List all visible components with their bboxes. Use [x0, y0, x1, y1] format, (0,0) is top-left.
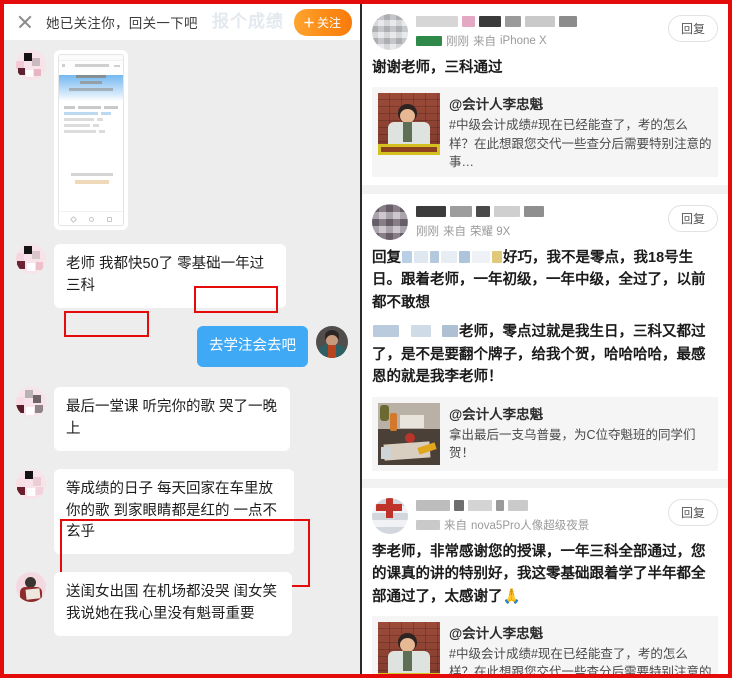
post-time: 刚刚	[416, 225, 439, 238]
quoted-thumbnail	[378, 93, 440, 156]
avatar[interactable]	[16, 50, 46, 80]
message-row: 去学注会去吧	[4, 325, 360, 368]
quoted-author: @会计人李忠魁	[449, 626, 544, 642]
message-row: 老师 我都快50了 零基础一年过三科	[4, 244, 360, 337]
avatar[interactable]	[16, 387, 46, 418]
message-row: 最后一堂课 听完你的歌 哭了一晚上	[4, 387, 360, 451]
post-source-prefix: 来自	[443, 225, 466, 238]
quoted-post[interactable]: @会计人李忠魁 #中级会计成绩#现在已经能查了，考的怎么样？在此想跟您交代一些查…	[372, 87, 718, 177]
text-message[interactable]: 老师 我都快50了 零基础一年过三科	[54, 244, 286, 308]
username-masked	[416, 499, 668, 512]
quoted-desc: #中级会计成绩#现在已经能查了，考的怎么样？在此想跟您交代一些查分后需要特别注意…	[449, 118, 712, 169]
quoted-thumbnail	[378, 402, 440, 465]
text-message[interactable]: 去学注会去吧	[197, 325, 308, 368]
message-row	[4, 50, 360, 230]
avatar[interactable]	[372, 203, 408, 240]
watermark-text: 报个成绩	[212, 12, 284, 31]
follow-button-label: 关注	[316, 16, 341, 30]
text-message[interactable]: 等成绩的日子 每天回家在车里放你的歌 到家眼睛都是红的 一点不玄乎	[54, 468, 294, 554]
reply-prefix: 回复	[372, 249, 401, 266]
comment-post: 刚刚 来自 荣耀 9X 回复 回复 好巧，我不是零点，我18号生日。跟着老师，一年…	[362, 193, 728, 479]
post-meta: 刚刚 来自 荣耀 9X	[416, 223, 668, 239]
message-row: 送闺女出国 在机场都没哭 闺女笑我说她在我心里没有魁哥重要	[4, 572, 360, 636]
text-message[interactable]: 送闺女出国 在机场都没哭 闺女笑我说她在我心里没有魁哥重要	[54, 572, 292, 636]
image-message[interactable]	[54, 50, 128, 230]
post-source-prefix: 来自	[473, 36, 496, 48]
close-icon[interactable]	[16, 13, 34, 31]
reply-button[interactable]: 回复	[667, 498, 718, 526]
divider	[362, 184, 728, 194]
username-masked	[416, 15, 668, 28]
screenshot-thumbnail	[58, 54, 124, 226]
plus-icon: ＋	[302, 16, 315, 30]
post-source: iPhone X	[500, 35, 547, 47]
chat-panel: 她已关注你，回关一下吧 报个成绩 ＋ 关注 老师 我都快50了 零基础一年过三科…	[4, 4, 362, 674]
comment-post: 来自 nova5Pro人像超级夜景 回复 李老师，非常感谢您的授课，一年三科全部…	[362, 487, 728, 674]
message-row: 等成绩的日子 每天回家在车里放你的歌 到家眼睛都是红的 一点不玄乎	[4, 468, 360, 587]
quoted-post[interactable]: @会计人李忠魁 拿出最后一支乌普曼，为C位夺魁班的同学们贺！	[372, 396, 718, 471]
text-message[interactable]: 最后一堂课 听完你的歌 哭了一晚上	[54, 387, 290, 451]
comment-post: 刚刚 来自 iPhone X 回复 谢谢老师，三科通过 @会计人李忠魁 #中级会…	[362, 4, 728, 185]
post-meta: 来自 nova5Pro人像超级夜景	[416, 517, 668, 533]
post-source-prefix: 来自	[444, 519, 467, 532]
quoted-post[interactable]: @会计人李忠魁 #中级会计成绩#现在已经能查了，考的怎么样？在此想跟您交代一些查…	[372, 616, 718, 674]
comment-text: 回复 好巧，我不是零点，我18号生日。跟着老师，一年初级，一年中级，全过了，以前都…	[372, 247, 718, 314]
reply-button[interactable]: 回复	[667, 15, 718, 42]
follow-button[interactable]: ＋ 关注	[293, 9, 352, 36]
avatar[interactable]	[16, 572, 46, 602]
comment-text: 谢谢老师，三科通过	[372, 60, 503, 76]
quoted-author: @会计人李忠魁	[449, 97, 544, 113]
quoted-thumbnail	[378, 622, 440, 674]
post-source: 荣耀 9X	[470, 225, 511, 238]
avatar[interactable]	[316, 325, 348, 358]
reply-button[interactable]: 回复	[667, 204, 718, 232]
post-time: 刚刚	[446, 36, 469, 48]
post-header: 刚刚 来自 荣耀 9X 回复	[372, 203, 718, 240]
message-list[interactable]: 老师 我都快50了 零基础一年过三科 去学注会去吧 最后一堂课 听完你的歌 哭了…	[4, 40, 360, 674]
follow-tip-text: 她已关注你，回关一下吧	[46, 16, 198, 31]
post-header: 刚刚 来自 iPhone X 回复	[372, 14, 718, 50]
post-meta: 刚刚 来自 iPhone X	[416, 33, 668, 49]
divider	[362, 478, 728, 488]
post-source: nova5Pro人像超级夜景	[471, 519, 590, 532]
quoted-desc: #中级会计成绩#现在已经能查了，考的怎么样？在此想跟您交代一些查分后需要特别注意…	[449, 647, 712, 674]
comment-text: 李老师，非常感谢您的授课，一年三科全部通过，您的课真的讲的特别好，我这零基础跟着…	[372, 543, 706, 605]
post-header: 来自 nova5Pro人像超级夜景 回复	[372, 497, 718, 534]
screenshot-frame: 她已关注你，回关一下吧 报个成绩 ＋ 关注 老师 我都快50了 零基础一年过三科…	[0, 0, 732, 678]
sub-comment-text: 老师，零点过就是我生日，三科又都过了，是不是要翻个牌子，给我个贺，哈哈哈哈，最感…	[372, 321, 718, 388]
avatar[interactable]	[372, 497, 408, 534]
avatar[interactable]	[372, 14, 408, 50]
comment-feed[interactable]: 刚刚 来自 iPhone X 回复 谢谢老师，三科通过 @会计人李忠魁 #中级会…	[362, 4, 728, 674]
username-masked	[416, 205, 668, 218]
avatar[interactable]	[16, 244, 46, 274]
quoted-desc: 拿出最后一支乌普曼，为C位夺魁班的同学们贺！	[449, 427, 696, 460]
chat-header: 她已关注你，回关一下吧 报个成绩 ＋ 关注	[4, 4, 360, 40]
avatar[interactable]	[16, 468, 46, 499]
quoted-author: @会计人李忠魁	[449, 406, 544, 422]
